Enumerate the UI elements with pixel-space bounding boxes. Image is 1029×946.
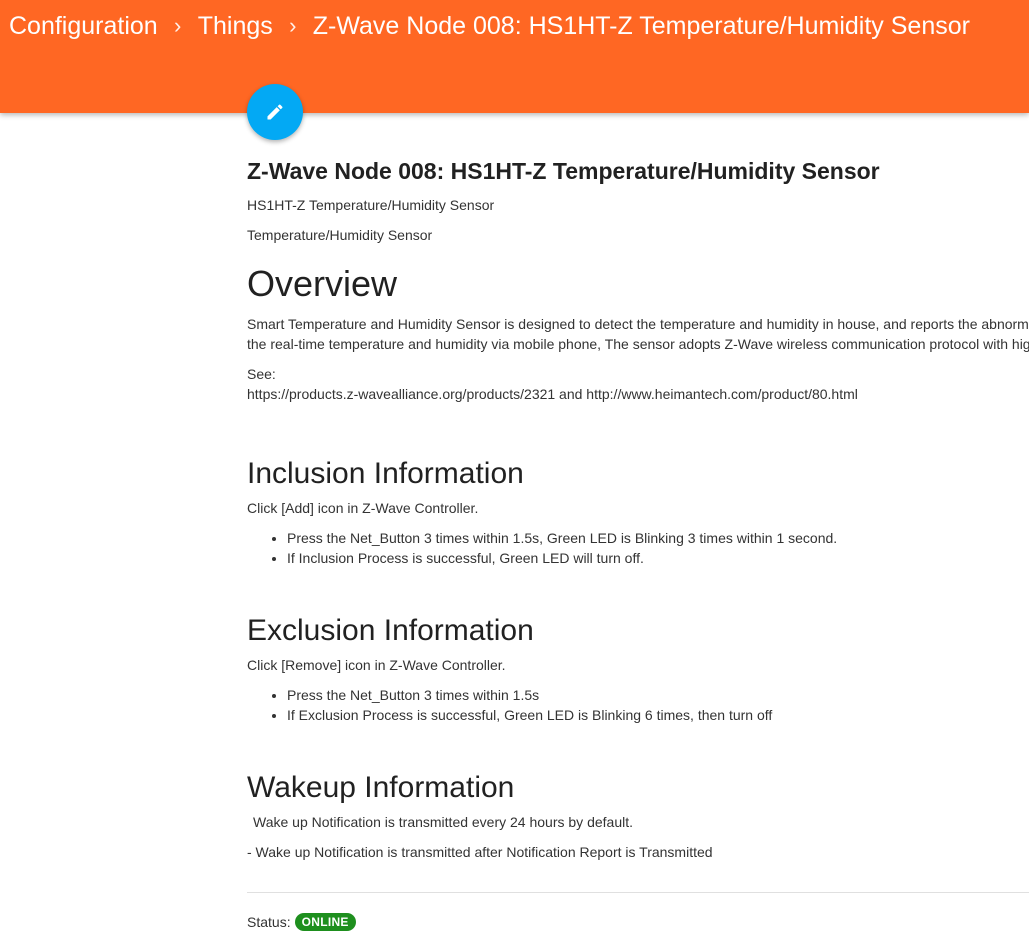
thing-details: Z-Wave Node 008: HS1HT-Z Temperature/Hum… (247, 152, 1029, 862)
list-item: If Inclusion Process is successful, Gree… (287, 548, 1029, 568)
breadcrumb: Configuration › Things › Z-Wave Node 008… (9, 9, 970, 43)
thing-label: HS1HT-Z Temperature/Humidity Sensor (247, 197, 495, 213)
divider (247, 892, 1029, 893)
wakeup-text-line-2: - Wake up Notification is transmitted af… (247, 844, 713, 860)
breadcrumb-separator-icon: › (174, 13, 182, 38)
overview-see-label: See: (247, 366, 276, 382)
overview-text-line-2: the real-time temperature and humidity v… (247, 336, 1029, 352)
exclusion-steps: Press the Net_Button 3 times within 1.5s… (247, 685, 1029, 725)
exclusion-heading: Exclusion Information (247, 614, 534, 647)
wakeup-text-line-1: Wake up Notification is transmitted ever… (253, 814, 633, 830)
app-header: Configuration › Things › Z-Wave Node 008… (0, 0, 1029, 113)
inclusion-heading: Inclusion Information (247, 457, 524, 490)
breadcrumb-configuration[interactable]: Configuration (9, 12, 158, 41)
list-item: Press the Net_Button 3 times within 1.5s (287, 685, 1029, 705)
breadcrumb-separator-icon: › (289, 13, 297, 38)
list-item: If Exclusion Process is successful, Gree… (287, 705, 1029, 725)
list-item: Press the Net_Button 3 times within 1.5s… (287, 528, 1029, 548)
overview-see-links: https://products.z-wavealliance.org/prod… (247, 386, 858, 402)
status-badge: ONLINE (294, 913, 356, 931)
inclusion-steps: Press the Net_Button 3 times within 1.5s… (247, 528, 1029, 568)
inclusion-intro: Click [Add] icon in Z-Wave Controller. (247, 500, 479, 516)
exclusion-intro: Click [Remove] icon in Z-Wave Controller… (247, 657, 506, 673)
breadcrumb-current-thing: Z-Wave Node 008: HS1HT-Z Temperature/Hum… (312, 11, 970, 40)
thing-title: Z-Wave Node 008: HS1HT-Z Temperature/Hum… (247, 158, 880, 184)
thing-status: Status: ONLINE (247, 913, 356, 931)
overview-text-line-1: Smart Temperature and Humidity Sensor is… (247, 316, 1029, 332)
edit-button[interactable] (247, 84, 303, 140)
thing-category: Temperature/Humidity Sensor (247, 227, 433, 243)
overview-heading: Overview (247, 263, 398, 304)
status-label: Status: (247, 914, 291, 930)
wakeup-heading: Wakeup Information (247, 771, 515, 804)
breadcrumb-things[interactable]: Things (198, 12, 273, 41)
pencil-icon (267, 104, 283, 120)
